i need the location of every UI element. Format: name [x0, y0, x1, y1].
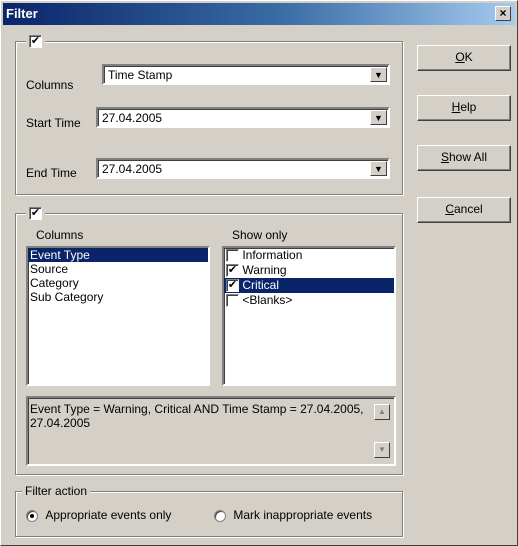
time-group-legend: ✔ [26, 34, 45, 49]
window-title: Filter [6, 6, 38, 21]
cancel-label-rest: ancel [453, 202, 483, 216]
close-icon: × [499, 6, 507, 20]
end-time-picker[interactable]: 27.04.2005 ▼ [96, 158, 390, 179]
list-item[interactable]: Information [224, 248, 394, 263]
list-item[interactable]: Category [28, 276, 208, 290]
dropdown-arrow-icon[interactable]: ▼ [370, 161, 387, 176]
scroll-up-button[interactable]: ▲ [374, 404, 390, 420]
title-bar: Filter × [3, 3, 515, 25]
cancel-mnemonic: C [445, 202, 454, 216]
scroll-down-icon: ▼ [378, 445, 386, 454]
warning-label: Warning [242, 263, 287, 277]
help-label-rest: elp [460, 100, 477, 114]
show-only-header: Show only [232, 228, 288, 242]
filter-expression-text: Event Type = Warning, Critical AND Time … [30, 402, 364, 430]
critical-label: Critical [242, 278, 280, 292]
filter-action-group: Filter action Appropriate events only Ma… [15, 484, 403, 537]
filter-dialog: Filter × ✔ Columns Time Stamp ▼ Start Ti… [0, 0, 518, 546]
ok-mnemonic: O [455, 50, 465, 64]
information-label: Information [242, 248, 303, 262]
columns-listbox[interactable]: Event Type Source Category Sub Category [26, 246, 210, 386]
list-item[interactable]: Sub Category [28, 290, 208, 304]
mark-inappropriate-option[interactable]: Mark inappropriate events [214, 508, 372, 522]
ok-button[interactable]: OK [417, 45, 511, 71]
column-filter-checkbox[interactable]: ✔ [29, 207, 42, 221]
check-icon: ✔ [30, 207, 41, 220]
mark-inappropriate-label: Mark inappropriate events [233, 508, 373, 522]
filter-expression-box[interactable]: Event Type = Warning, Critical AND Time … [26, 396, 396, 466]
scroll-up-icon: ▲ [378, 407, 386, 416]
column-group-legend: ✔ [26, 206, 45, 221]
dropdown-arrow-icon[interactable]: ▼ [370, 110, 387, 125]
list-item[interactable]: ✔ Warning [224, 263, 394, 278]
show-only-listbox[interactable]: Information ✔ Warning ✔ Critical <Blanks… [222, 246, 396, 386]
close-button[interactable]: × [495, 6, 511, 21]
show-all-button[interactable]: Show All [417, 145, 511, 171]
blanks-checkbox[interactable] [226, 294, 239, 308]
columns-combo-value: Time Stamp [108, 68, 173, 82]
start-time-value: 27.04.2005 [102, 111, 163, 125]
list-item[interactable]: Source [28, 262, 208, 276]
columns-combo[interactable]: Time Stamp ▼ [102, 64, 390, 85]
list-item[interactable]: <Blanks> [224, 293, 394, 308]
time-filter-group: ✔ Columns Time Stamp ▼ Start Time 27.04.… [15, 34, 403, 195]
appropriate-events-radio[interactable] [26, 509, 38, 522]
show-all-mnemonic: S [440, 150, 449, 164]
cancel-button[interactable]: Cancel [417, 197, 511, 223]
check-icon: ✔ [227, 279, 238, 292]
list-item[interactable]: Event Type [28, 248, 208, 262]
columns-header: Columns [36, 228, 84, 242]
appropriate-events-option[interactable]: Appropriate events only [26, 508, 171, 522]
dropdown-arrow-icon[interactable]: ▼ [370, 67, 387, 82]
start-time-picker[interactable]: 27.04.2005 ▼ [96, 107, 390, 128]
warning-checkbox[interactable]: ✔ [226, 264, 239, 278]
information-checkbox[interactable] [226, 249, 239, 263]
scroll-down-button[interactable]: ▼ [374, 442, 390, 458]
check-icon: ✔ [30, 35, 41, 48]
time-filter-checkbox[interactable]: ✔ [29, 35, 42, 49]
columns-label: Columns [26, 78, 74, 92]
start-time-label: Start Time [26, 116, 81, 130]
check-icon: ✔ [227, 264, 238, 277]
mark-inappropriate-radio[interactable] [214, 509, 226, 522]
filter-action-legend: Filter action [22, 484, 91, 498]
critical-checkbox[interactable]: ✔ [226, 279, 239, 293]
list-item[interactable]: ✔ Critical [224, 278, 394, 293]
end-time-value: 27.04.2005 [102, 162, 163, 176]
end-time-label: End Time [26, 166, 77, 180]
column-filter-group: ✔ Columns Show only Event Type Source Ca… [15, 206, 403, 475]
blanks-label: <Blanks> [242, 293, 293, 307]
ok-label-rest: K [464, 50, 473, 64]
appropriate-events-label: Appropriate events only [45, 508, 172, 522]
show-all-label-rest: how All [448, 150, 488, 164]
help-button[interactable]: Help [417, 95, 511, 121]
